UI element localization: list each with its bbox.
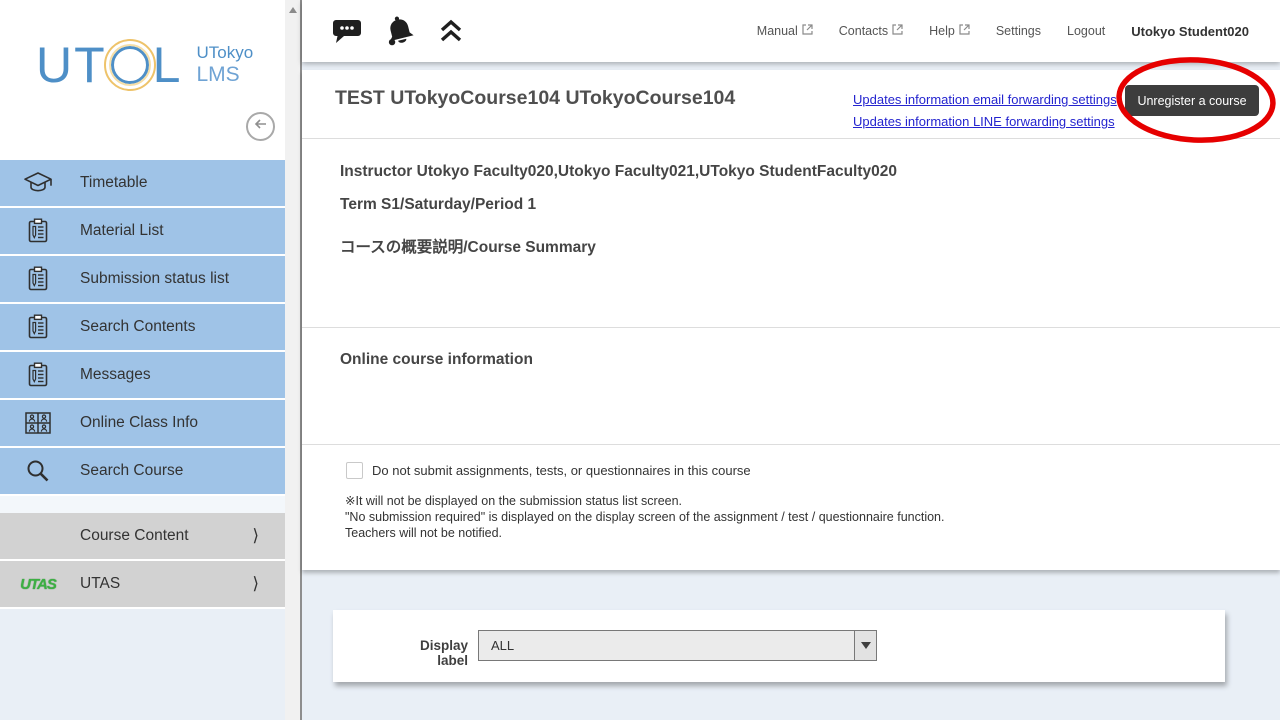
- sidebar-item-label: Online Class Info: [80, 414, 198, 432]
- logo-text-left: UT: [36, 40, 107, 90]
- sidebar-section-divider: [0, 496, 285, 513]
- course-header: TEST UTokyoCourse104 UTokyoCourse104 Upd…: [302, 70, 1280, 139]
- magnifier-icon: [18, 458, 58, 484]
- external-link-icon: [892, 24, 903, 38]
- sidebar-item-label: Messages: [80, 366, 151, 384]
- submission-option-section: Do not submit assignments, tests, or que…: [302, 445, 1280, 568]
- sidebar-scrollbar[interactable]: [285, 0, 302, 720]
- sidebar-item-label: Course Content: [80, 527, 189, 545]
- sidebar-item-label: Search Course: [80, 462, 183, 480]
- contacts-link[interactable]: Contacts: [839, 24, 903, 38]
- manual-link[interactable]: Manual: [757, 24, 813, 38]
- instructor-line: Instructor Utokyo Faculty020,Utokyo Facu…: [340, 163, 897, 181]
- sidebar-item-utas[interactable]: UTAS UTAS ⟩: [0, 561, 285, 609]
- chevron-right-icon: ⟩: [252, 574, 259, 594]
- sidebar-item-search-course[interactable]: Search Course: [0, 448, 285, 496]
- unregister-course-button[interactable]: Unregister a course: [1125, 85, 1259, 116]
- top-header-bar: Manual Contacts Help Settings Logout Uto…: [302, 0, 1280, 62]
- course-summary-line: コースの概要説明/Course Summary: [340, 235, 596, 257]
- sidebar-item-label: Submission status list: [80, 270, 229, 288]
- clipboard-icon: [18, 362, 58, 388]
- clipboard-icon: [18, 266, 58, 292]
- header-links: Manual Contacts Help Settings Logout Uto…: [757, 0, 1249, 62]
- term-line: Term S1/Saturday/Period 1: [340, 196, 536, 214]
- back-arrow-icon: [253, 116, 269, 137]
- logo-subtitle: UTokyo LMS: [196, 43, 253, 87]
- note-line: ※It will not be displayed on the submiss…: [345, 493, 944, 509]
- display-label-caption: Display label: [390, 638, 468, 668]
- external-link-icon: [959, 24, 970, 38]
- people-grid-icon: [18, 412, 58, 434]
- main-area: Manual Contacts Help Settings Logout Uto…: [302, 0, 1280, 720]
- display-label-selected-value: ALL: [491, 638, 514, 653]
- clipboard-icon: [18, 218, 58, 244]
- external-link-icon: [802, 24, 813, 38]
- header-icon-group: [330, 11, 466, 54]
- logo-ring-o-icon: [111, 46, 149, 84]
- graduation-cap-icon: [18, 171, 58, 195]
- scrollbar-up-arrow-icon[interactable]: [289, 7, 297, 13]
- sidebar-item-label: Material List: [80, 222, 164, 240]
- sidebar-item-search-contents[interactable]: Search Contents: [0, 304, 285, 352]
- display-label-card: Display label ALL: [333, 610, 1225, 682]
- online-course-info-heading: Online course information: [340, 351, 533, 369]
- sidebar-logo-area: UT L UTokyo LMS: [0, 0, 285, 160]
- dropdown-arrow-icon[interactable]: [854, 631, 876, 660]
- submission-option-notes: ※It will not be displayed on the submiss…: [345, 493, 944, 541]
- notifications-bell-icon[interactable]: [380, 11, 420, 54]
- sidebar-item-online-class-info[interactable]: Online Class Info: [0, 400, 285, 448]
- note-line: "No submission required" is displayed on…: [345, 509, 944, 525]
- utol-logo[interactable]: UT L UTokyo LMS: [36, 40, 253, 90]
- sidebar-item-course-content[interactable]: Course Content ⟩: [0, 513, 285, 561]
- sidebar-item-messages[interactable]: Messages: [0, 352, 285, 400]
- utas-logo-icon: UTAS: [18, 576, 58, 593]
- sidebar-item-timetable[interactable]: Timetable: [0, 160, 285, 208]
- online-course-info-section: Online course information: [302, 328, 1280, 445]
- current-username: Utokyo Student020: [1131, 24, 1249, 39]
- sidebar-item-material-list[interactable]: Material List: [0, 208, 285, 256]
- logo-text-right: L: [153, 40, 183, 90]
- course-content-card: TEST UTokyoCourse104 UTokyoCourse104 Upd…: [302, 70, 1280, 570]
- sidebar: UT L UTokyo LMS Timetable Material List: [0, 0, 285, 720]
- line-forwarding-settings-link[interactable]: Updates information LINE forwarding sett…: [853, 111, 1117, 133]
- collapse-up-icon[interactable]: [436, 17, 466, 48]
- email-forwarding-settings-link[interactable]: Updates information email forwarding set…: [853, 89, 1117, 111]
- clipboard-icon: [18, 314, 58, 340]
- no-submission-checkbox-label: Do not submit assignments, tests, or que…: [372, 463, 751, 478]
- course-info-section: Instructor Utokyo Faculty020,Utokyo Facu…: [302, 139, 1280, 328]
- display-label-select[interactable]: ALL: [478, 630, 877, 661]
- chevron-right-icon: ⟩: [252, 526, 259, 546]
- sidebar-item-submission-status-list[interactable]: Submission status list: [0, 256, 285, 304]
- sidebar-item-label: Search Contents: [80, 318, 195, 336]
- logout-link[interactable]: Logout: [1067, 24, 1105, 38]
- course-title: TEST UTokyoCourse104 UTokyoCourse104: [335, 87, 735, 110]
- settings-link[interactable]: Settings: [996, 24, 1041, 38]
- help-link[interactable]: Help: [929, 24, 970, 38]
- sidebar-collapse-button[interactable]: [246, 112, 275, 141]
- sidebar-item-label: UTAS: [80, 575, 120, 593]
- sidebar-nav: Timetable Material List Submission statu…: [0, 160, 285, 609]
- sidebar-item-label: Timetable: [80, 174, 147, 192]
- forwarding-links: Updates information email forwarding set…: [853, 89, 1117, 133]
- no-submission-checkbox[interactable]: [346, 462, 363, 479]
- note-line: Teachers will not be notified.: [345, 525, 944, 541]
- chat-icon[interactable]: [330, 16, 364, 50]
